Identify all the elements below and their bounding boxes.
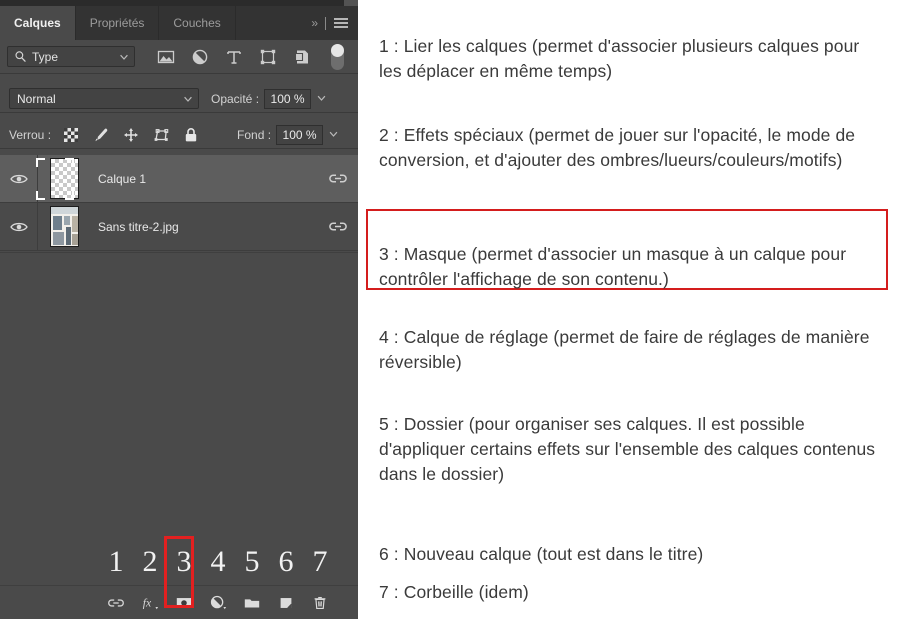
text-filter-icon[interactable] — [225, 48, 243, 66]
note-7: 7 : Corbeille (idem) — [379, 581, 529, 602]
lock-transparency-icon[interactable] — [63, 127, 79, 143]
smart-object-filter-icon[interactable] — [293, 48, 311, 66]
layer-visibility-toggle[interactable] — [0, 155, 38, 202]
opacity-chevron-down-icon[interactable] — [311, 88, 333, 109]
trash-icon — [314, 596, 326, 609]
layer-visibility-toggle[interactable] — [0, 203, 38, 250]
tool-divider — [325, 16, 326, 30]
layers-list-empty-area — [0, 252, 358, 529]
link-icon — [329, 174, 347, 183]
callout-number-6: 6 — [278, 544, 294, 578]
delete-layer-button[interactable] — [303, 590, 337, 616]
layers-panel-bottom-toolbar: fx — [0, 586, 358, 619]
blend-mode-row: Normal Opacité : 100 % — [0, 85, 358, 113]
adjustment-layer-icon — [210, 595, 227, 609]
adjustment-filter-icon[interactable] — [191, 48, 209, 66]
layer-effects-fx-icon: fx — [143, 596, 159, 609]
layer-thumbnail[interactable] — [38, 203, 90, 250]
tab-calques-label: Calques — [14, 16, 61, 30]
search-icon — [15, 51, 26, 62]
lock-label: Verrou : — [9, 127, 52, 142]
filter-kind-label: Type — [32, 49, 59, 64]
filter-kind-select[interactable]: Type — [7, 46, 135, 67]
annotation-notes: 1 : Lier les calques (permet d'associer … — [358, 0, 900, 619]
fill-label: Fond : — [237, 127, 272, 142]
add-layer-mask-button[interactable] — [167, 590, 201, 616]
tab-couches-label: Couches — [173, 16, 221, 30]
layer-mask-icon — [176, 597, 192, 608]
panel-tab-bar: Calques Propriétés Couches » — [0, 6, 358, 40]
new-layer-button[interactable] — [269, 590, 303, 616]
note-6: 6 : Nouveau calque (tout est dans le tit… — [379, 543, 704, 564]
callout-number-5: 5 — [244, 544, 260, 578]
chevron-down-icon[interactable] — [184, 96, 192, 103]
layer-thumbnail-image — [49, 206, 79, 247]
new-layer-icon — [280, 597, 292, 608]
note-5: 5 : Dossier (pour organiser ses calques.… — [379, 413, 876, 484]
svg-text:fx: fx — [143, 596, 152, 609]
chevron-down-icon[interactable] — [120, 54, 128, 61]
link-icon — [329, 222, 347, 231]
callout-number-3: 3 — [176, 544, 192, 578]
fill-input[interactable]: 100 % — [276, 124, 324, 145]
callout-numbers-row: 1 2 3 4 5 6 7 — [0, 538, 358, 586]
lock-position-icon[interactable] — [123, 127, 139, 143]
layer-filter-row: Type — [0, 40, 358, 74]
note-1: 1 : Lier les calques (permet d'associer … — [379, 35, 860, 81]
fill-chevron-down-icon[interactable] — [323, 124, 345, 145]
link-layers-button[interactable] — [99, 590, 133, 616]
new-adjustment-layer-button[interactable] — [201, 590, 235, 616]
layer-thumbnail-transparent — [49, 158, 79, 199]
tab-bar-tools: » — [307, 6, 358, 40]
tab-proprietes-label: Propriétés — [89, 16, 145, 30]
layers-list: Calque 1 Sans titre-2.jpg — [0, 155, 358, 252]
new-group-button[interactable] — [235, 590, 269, 616]
tab-calques[interactable]: Calques — [0, 6, 76, 40]
lock-image-pixels-icon[interactable] — [93, 127, 109, 143]
callout-number-1: 1 — [108, 544, 124, 578]
layer-name: Calque 1 — [98, 171, 147, 186]
lock-all-icon[interactable] — [183, 127, 199, 143]
screenshot-root: Calques Propriétés Couches » Type Normal… — [0, 0, 900, 619]
blend-mode-value: Normal — [17, 91, 56, 106]
note-4: 4 : Calque de réglage (permet de faire d… — [379, 326, 870, 372]
table-row[interactable]: Sans titre-2.jpg — [0, 203, 358, 251]
layer-thumbnail[interactable] — [38, 155, 90, 202]
callout-number-7: 7 — [312, 544, 328, 578]
eye-icon — [9, 222, 28, 231]
lock-row: Verrou : Fond: 100 % — [0, 121, 358, 149]
tab-couches[interactable]: Couches — [159, 6, 236, 40]
opacity-label: Opacité : — [211, 91, 260, 106]
lock-artboard-nesting-icon[interactable] — [153, 127, 169, 143]
layer-link-indicator[interactable] — [318, 221, 358, 232]
filter-type-icons — [157, 48, 311, 66]
note-2: 2 : Effets spéciaux (permet de jouer sur… — [379, 124, 856, 170]
image-filter-icon[interactable] — [157, 48, 175, 66]
shape-filter-icon[interactable] — [259, 48, 277, 66]
table-row[interactable]: Calque 1 — [0, 155, 358, 203]
link-layers-icon — [108, 598, 124, 607]
tab-bar-spacer — [235, 6, 308, 40]
eye-icon — [9, 174, 28, 183]
filter-enable-toggle[interactable] — [331, 43, 344, 70]
hamburger-menu-icon[interactable] — [334, 18, 348, 28]
tab-proprietes[interactable]: Propriétés — [75, 6, 160, 40]
note-3: 3 : Masque (permet d'associer un masque … — [379, 243, 847, 289]
layers-panel: Calques Propriétés Couches » Type Normal… — [0, 0, 358, 619]
layer-effects-button[interactable]: fx — [133, 590, 167, 616]
chevron-double-right-icon[interactable]: » — [311, 17, 318, 29]
layer-link-indicator[interactable] — [318, 173, 358, 184]
callout-number-4: 4 — [210, 544, 226, 578]
opacity-input[interactable]: 100 % — [264, 88, 312, 109]
callout-number-2: 2 — [142, 544, 158, 578]
folder-icon — [244, 598, 260, 607]
layer-name: Sans titre-2.jpg — [98, 219, 179, 234]
lock-icons — [63, 127, 199, 143]
blend-mode-select[interactable]: Normal — [9, 88, 199, 109]
